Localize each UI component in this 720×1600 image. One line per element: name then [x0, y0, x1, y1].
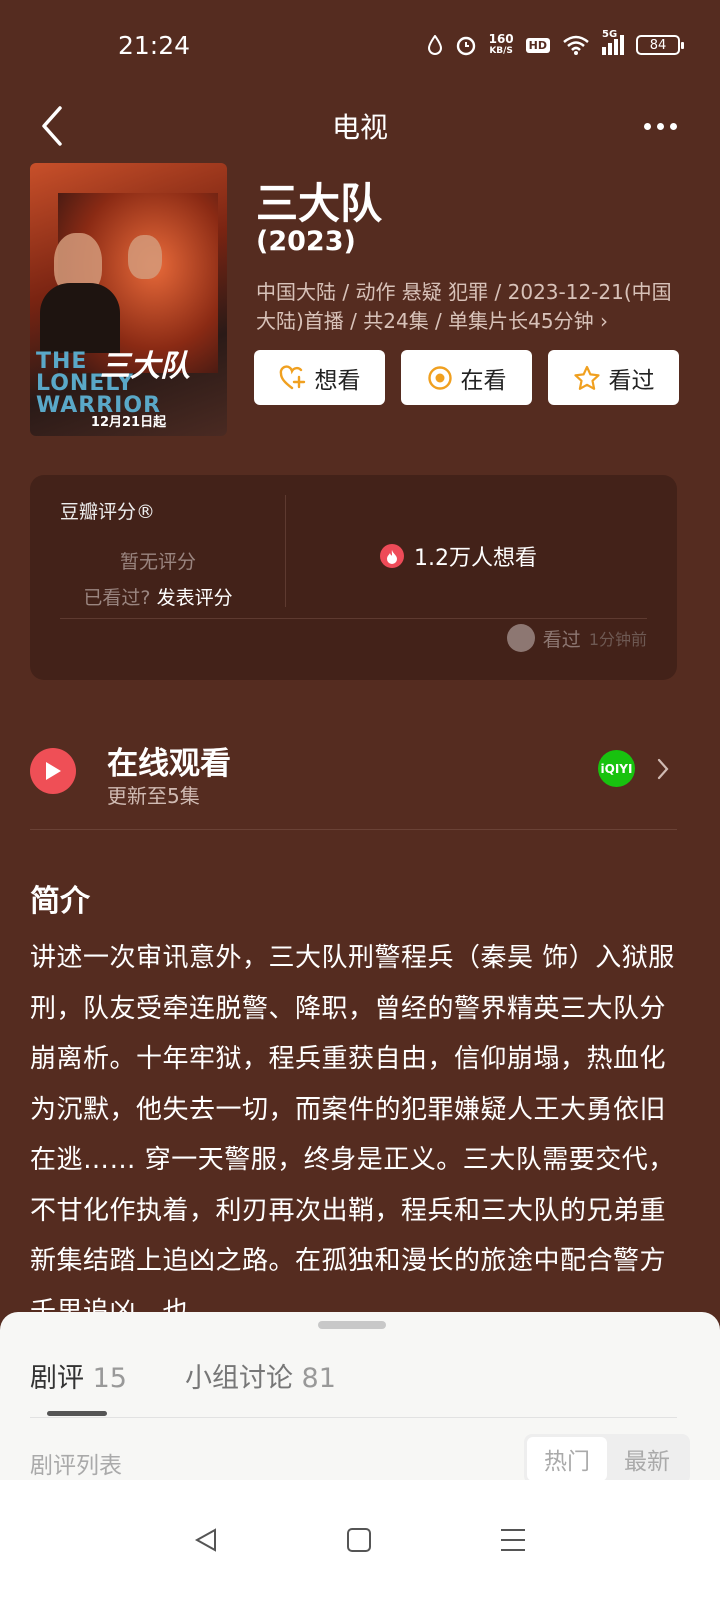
- nav-back-icon[interactable]: [193, 1527, 219, 1553]
- more-dots-icon: [643, 122, 651, 130]
- net-speed-unit: KB/S: [489, 46, 513, 56]
- section-divider: [30, 829, 677, 830]
- rating-card: 豆瓣评分® 暂无评分 已看过? 发表评分 1.2万人想看 看过 1分钟前: [30, 475, 677, 680]
- tab-reviews-label: 剧评: [30, 1363, 84, 1394]
- hd-badge: HD: [525, 37, 550, 53]
- status-bar: 21:24 160 KB/S HD 5G 84: [0, 0, 720, 90]
- iqiyi-logo-icon: iQIYI: [598, 750, 635, 787]
- tab-indicator: [47, 1411, 107, 1416]
- more-button[interactable]: [630, 96, 690, 156]
- tab-group-label: 小组讨论: [184, 1363, 293, 1394]
- signal-icon: 5G: [602, 29, 624, 55]
- net-speed-value: 160: [488, 32, 514, 46]
- want-count-text: 1.2万人想看: [414, 546, 537, 571]
- fire-icon: [380, 544, 404, 568]
- recent-activity[interactable]: 看过 1分钟前: [506, 624, 647, 652]
- system-nav-bar: [0, 1480, 720, 1600]
- chevron-right-icon: [657, 758, 669, 780]
- sort-new-button[interactable]: 最新: [607, 1437, 687, 1481]
- rating-prompt: 已看过? 发表评分: [30, 583, 286, 610]
- sort-toggle: 热门 最新: [524, 1434, 690, 1484]
- watching-label: 在看: [460, 367, 507, 394]
- status-time: 21:24: [118, 30, 191, 60]
- poster-image[interactable]: THE LONELY WARRIOR 三大队 12月21日起: [30, 163, 227, 436]
- no-rating-text: 暂无评分: [119, 551, 196, 573]
- status-icons: 160 KB/S HD 5G 84: [427, 29, 684, 57]
- show-year: (2023): [256, 226, 356, 257]
- poster-figure-2: [128, 235, 162, 279]
- sort-hot-button[interactable]: 热门: [527, 1437, 607, 1481]
- online-watch-subtitle: 更新至5集: [107, 784, 200, 808]
- want-button[interactable]: 想看: [254, 350, 385, 405]
- recent-time: 1分钟前: [588, 630, 647, 649]
- water-drop-icon: [427, 35, 442, 55]
- want-count: 1.2万人想看: [380, 540, 537, 572]
- avatar: [506, 624, 535, 652]
- sheet-tabs: 剧评 15 小组讨论 81: [30, 1356, 336, 1395]
- net-speed: 160 KB/S: [489, 33, 514, 57]
- heart-plus-icon: [279, 364, 305, 389]
- review-list-label: 剧评列表: [30, 1453, 122, 1479]
- online-watch-title: 在线观看: [107, 746, 231, 782]
- want-label: 想看: [314, 367, 361, 394]
- tab-reviews-count: 15: [92, 1363, 127, 1394]
- wifi-icon: [563, 35, 589, 55]
- tab-group-discussion[interactable]: 小组讨论 81: [185, 1356, 336, 1395]
- watched-label: 看过: [608, 367, 655, 394]
- post-rating-link[interactable]: 发表评分: [157, 587, 233, 609]
- alarm-icon: [456, 36, 475, 56]
- sheet-grab-handle[interactable]: [318, 1321, 386, 1329]
- intro-text: 讲述一次审讯意外，三大队刑警程兵（秦昊 饰）入狱服刑，队友受牵连脱警、降职，曾经…: [30, 943, 675, 1327]
- douban-rating-label: 豆瓣评分®: [60, 501, 156, 523]
- star-icon: [573, 365, 600, 390]
- intro-title: 简介: [30, 884, 90, 919]
- show-meta[interactable]: 中国大陆 / 动作 悬疑 犯罪 / 2023-12-21(中国大陆)首播 / 共…: [256, 278, 676, 336]
- page-title: 电视: [331, 111, 388, 144]
- online-watch-row[interactable]: 在线观看 更新至5集 iQIYI: [30, 728, 677, 828]
- battery-level: 84: [649, 37, 667, 53]
- play-icon: [30, 748, 76, 794]
- back-button[interactable]: [22, 96, 82, 156]
- top-nav-bar: 电视: [0, 90, 720, 162]
- provider-name: iQIYI: [600, 761, 633, 776]
- poster-title-cn: 三大队: [100, 349, 190, 384]
- rating-divider: [285, 495, 286, 607]
- show-title: 三大队: [256, 179, 383, 228]
- rating-separator: [60, 618, 647, 619]
- chevron-left-icon: [42, 106, 62, 146]
- tab-reviews[interactable]: 剧评 15: [30, 1356, 127, 1395]
- nav-home-icon[interactable]: [346, 1527, 372, 1553]
- rating-prompt-text: 已看过?: [83, 587, 151, 609]
- watched-button[interactable]: 看过: [548, 350, 679, 405]
- sheet-divider: [30, 1417, 677, 1418]
- target-icon: [427, 365, 452, 390]
- nav-recents-icon[interactable]: [499, 1527, 527, 1553]
- battery-icon: 84: [636, 35, 684, 55]
- watching-button[interactable]: 在看: [401, 350, 532, 405]
- action-buttons: 想看 在看 看过: [254, 350, 679, 405]
- recent-action: 看过: [542, 628, 581, 651]
- poster-date: 12月21日起: [90, 415, 167, 430]
- network-type: 5G: [602, 29, 618, 40]
- tab-group-count: 81: [301, 1363, 336, 1394]
